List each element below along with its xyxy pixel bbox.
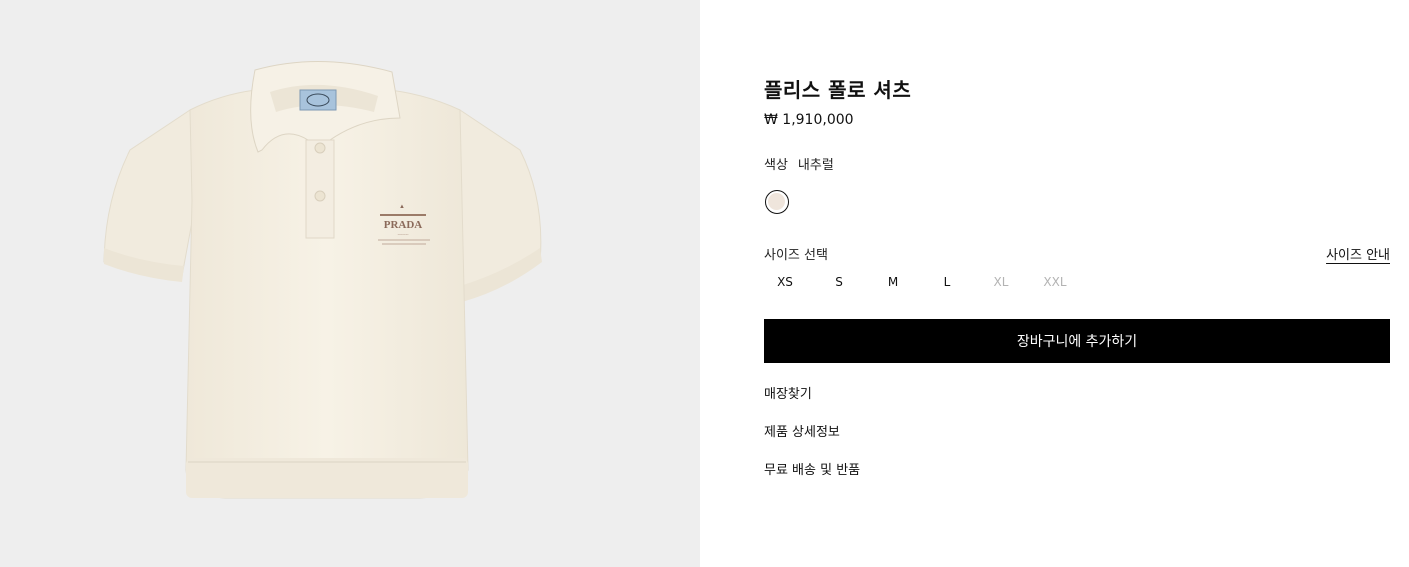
polo-shirt-illustration: ▲ PRADA ~~~~ — [103, 61, 542, 499]
size-option-xl[interactable]: XL — [980, 270, 1022, 294]
add-to-cart-button[interactable]: 장바구니에 추가하기 — [764, 319, 1390, 363]
size-guide-link[interactable]: 사이즈 안내 — [1326, 244, 1390, 263]
product-image[interactable]: ▲ PRADA ~~~~ — [0, 0, 700, 567]
size-option-m[interactable]: M — [872, 270, 914, 294]
size-option-l[interactable]: L — [926, 270, 968, 294]
size-options: XS S M L XL XXL — [764, 270, 1088, 294]
product-details-link[interactable]: 제품 상세정보 — [764, 421, 840, 440]
size-option-s[interactable]: S — [818, 270, 860, 294]
product-title: 플리스 폴로 셔츠 — [764, 78, 912, 102]
swatch-fill — [768, 193, 785, 210]
color-swatch-natural[interactable] — [765, 190, 789, 214]
product-info-panel: 플리스 폴로 셔츠 ₩ 1,910,000 색상 내추럴 사이즈 선택 사이즈 … — [764, 0, 1390, 567]
product-price: ₩ 1,910,000 — [764, 112, 854, 128]
shipping-returns-link[interactable]: 무료 배송 및 반품 — [764, 459, 860, 478]
color-label: 색상 — [764, 158, 788, 173]
svg-text:~~~~: ~~~~ — [398, 233, 409, 238]
size-option-xs[interactable]: XS — [764, 270, 806, 294]
color-value: 내추럴 — [797, 158, 834, 173]
color-row: 색상 내추럴 — [764, 154, 834, 173]
svg-text:▲: ▲ — [399, 204, 405, 210]
prada-logo-text: PRADA — [384, 219, 423, 231]
find-store-link[interactable]: 매장찾기 — [764, 383, 812, 402]
size-option-xxl[interactable]: XXL — [1034, 270, 1076, 294]
size-select-label: 사이즈 선택 — [764, 248, 828, 263]
